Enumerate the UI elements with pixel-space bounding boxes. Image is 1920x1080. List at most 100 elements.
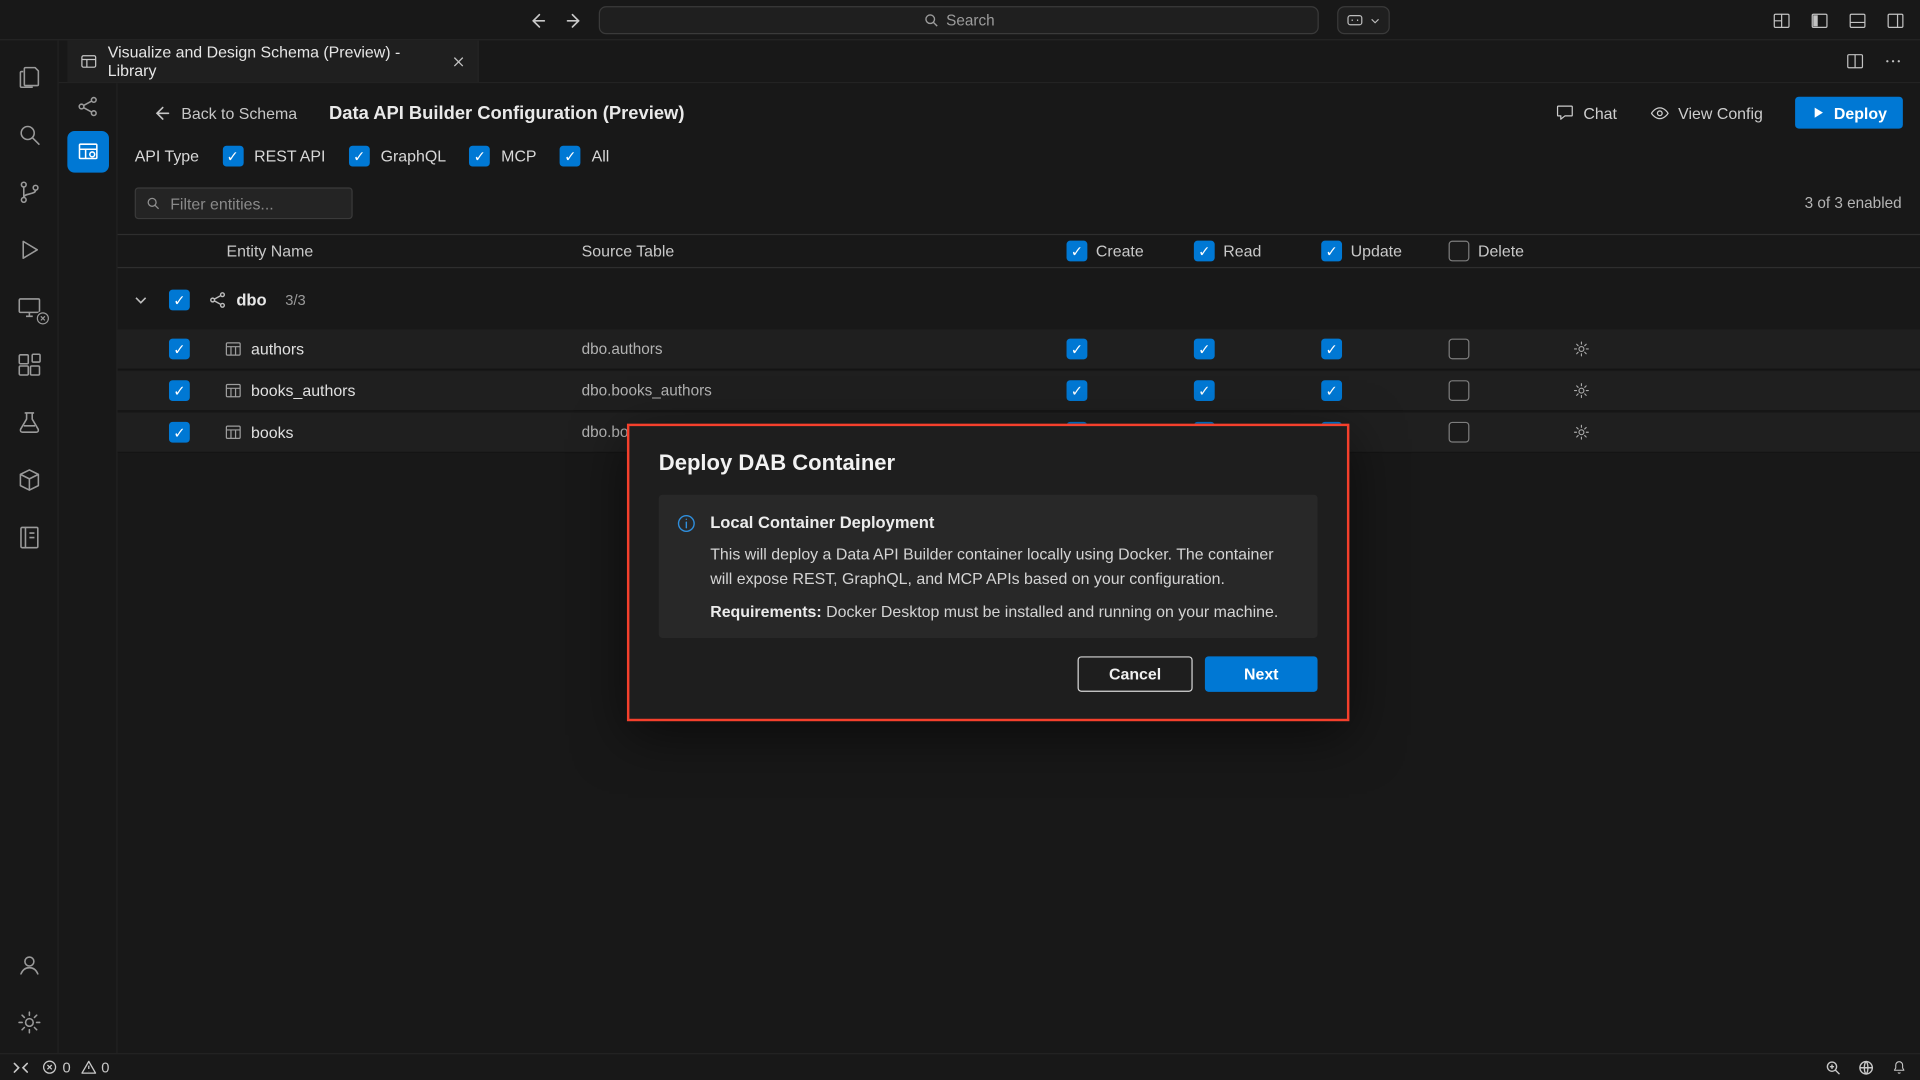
group-checkbox[interactable]: [169, 290, 190, 311]
dab-config-icon[interactable]: [67, 131, 109, 173]
api-type-row: API Type REST API GraphQL MCP All: [135, 146, 610, 167]
source-table: dbo.authors: [582, 340, 663, 357]
toggle-secondary-sidebar-icon[interactable]: [1886, 10, 1906, 30]
bell-icon[interactable]: [1891, 1059, 1908, 1076]
back-to-schema-link[interactable]: Back to Schema: [152, 103, 297, 121]
col-delete-checkbox[interactable]: [1449, 241, 1470, 262]
enabled-summary: 3 of 3 enabled: [1805, 195, 1902, 212]
split-editor-icon[interactable]: [1845, 51, 1865, 71]
rest-api-label: REST API: [254, 147, 325, 165]
col-create-checkbox[interactable]: [1067, 241, 1088, 262]
problems-indicator[interactable]: 0 0: [42, 1059, 110, 1076]
filter-entities-input[interactable]: [168, 193, 342, 214]
modal-actions: Cancel Next: [659, 657, 1318, 693]
info-icon: [676, 513, 697, 621]
delete-checkbox[interactable]: [1449, 380, 1470, 401]
row-settings-gear-icon[interactable]: [1572, 423, 1590, 441]
search-placeholder: Search: [946, 12, 995, 29]
col-create-label: Create: [1096, 242, 1144, 260]
sidebar-item-source-control[interactable]: [0, 163, 58, 221]
col-delete-label: Delete: [1478, 242, 1524, 260]
mcp-label: MCP: [501, 147, 536, 165]
delete-checkbox[interactable]: [1449, 422, 1470, 443]
all-checkbox[interactable]: [560, 146, 581, 167]
create-checkbox[interactable]: [1067, 380, 1088, 401]
read-checkbox[interactable]: [1194, 339, 1215, 360]
tab-bar: Visualize and Design Schema (Preview) - …: [59, 40, 1920, 83]
left-arrow-icon: [152, 103, 170, 121]
vscode-window: Search: [0, 0, 1920, 1080]
col-entity-name: Entity Name: [227, 242, 314, 260]
chevron-down-icon: [1369, 14, 1381, 26]
delete-checkbox[interactable]: [1449, 339, 1470, 360]
tab-title: Visualize and Design Schema (Preview) - …: [108, 43, 442, 80]
close-icon[interactable]: [452, 54, 465, 67]
schema-designer-icon[interactable]: [67, 86, 109, 128]
mcp-checkbox[interactable]: [469, 146, 490, 167]
settings-gear-icon[interactable]: [0, 993, 58, 1051]
api-option-graphql: GraphQL: [349, 146, 446, 167]
row-checkbox[interactable]: [169, 339, 190, 360]
more-actions-icon[interactable]: [1883, 51, 1903, 71]
sidebar-item-packages[interactable]: [0, 451, 58, 509]
modal-title: Deploy DAB Container: [659, 451, 1318, 477]
remote-indicator-icon[interactable]: [12, 1059, 29, 1076]
col-update-checkbox[interactable]: [1321, 241, 1342, 262]
toggle-primary-sidebar-icon[interactable]: [1810, 10, 1830, 30]
toggle-panel-icon[interactable]: [1848, 10, 1868, 30]
api-type-label: API Type: [135, 147, 199, 165]
next-button[interactable]: Next: [1205, 657, 1318, 693]
forward-arrow-icon[interactable]: [566, 10, 586, 30]
back-arrow-icon[interactable]: [527, 10, 547, 30]
rest-api-checkbox[interactable]: [222, 146, 243, 167]
copilot-icon: [1346, 11, 1364, 29]
row-checkbox[interactable]: [169, 422, 190, 443]
tab-visualize-schema[interactable]: Visualize and Design Schema (Preview) - …: [67, 40, 478, 82]
zoom-icon[interactable]: [1824, 1059, 1841, 1076]
update-checkbox[interactable]: [1321, 339, 1342, 360]
deploy-button[interactable]: Deploy: [1795, 97, 1903, 129]
sidebar-item-search[interactable]: [0, 105, 58, 163]
accounts-icon[interactable]: [0, 936, 58, 994]
group-count: 3/3: [285, 291, 305, 308]
customize-layout-icon[interactable]: [1772, 10, 1792, 30]
titlebar: Search: [0, 0, 1920, 40]
sidebar-item-notebook[interactable]: [0, 508, 58, 566]
activity-bar-bottom: [0, 936, 58, 1054]
info-body: This will deploy a Data API Builder cont…: [710, 542, 1295, 591]
sidebar-item-run-debug[interactable]: [0, 220, 58, 278]
chat-button[interactable]: Chat: [1555, 103, 1617, 123]
sidebar-item-explorer[interactable]: [0, 48, 58, 106]
sidebar-item-extensions[interactable]: [0, 336, 58, 394]
schema-icon: [208, 290, 228, 310]
create-checkbox[interactable]: [1067, 339, 1088, 360]
info-content: Local Container Deployment This will dep…: [710, 511, 1295, 622]
col-read-checkbox[interactable]: [1194, 241, 1215, 262]
row-settings-gear-icon[interactable]: [1572, 381, 1590, 399]
row-checkbox[interactable]: [169, 380, 190, 401]
copilot-menu[interactable]: [1337, 6, 1390, 34]
row-settings-gear-icon[interactable]: [1572, 340, 1590, 358]
command-center-search[interactable]: Search: [599, 6, 1319, 34]
warning-count: 0: [101, 1059, 109, 1076]
search-icon: [146, 196, 161, 211]
update-checkbox[interactable]: [1321, 380, 1342, 401]
source-table: dbo.books_authors: [582, 382, 712, 399]
api-option-mcp: MCP: [469, 146, 536, 167]
browser-icon[interactable]: [1858, 1059, 1875, 1076]
filter-entities-box: [135, 187, 353, 219]
activity-bar: [0, 40, 59, 1053]
history-nav: [527, 0, 586, 40]
graphql-checkbox[interactable]: [349, 146, 370, 167]
deploy-label: Deploy: [1834, 103, 1887, 121]
sidebar-item-remote-explorer[interactable]: [0, 278, 58, 336]
info-box: Local Container Deployment This will dep…: [659, 495, 1318, 639]
content-header: Back to Schema Data API Builder Configur…: [152, 96, 1903, 130]
cancel-button[interactable]: Cancel: [1078, 657, 1193, 693]
sidebar-item-testing[interactable]: [0, 393, 58, 451]
collapse-chevron-icon[interactable]: [132, 291, 149, 308]
view-config-label: View Config: [1678, 103, 1763, 121]
chat-label: Chat: [1583, 103, 1617, 121]
view-config-button[interactable]: View Config: [1649, 102, 1763, 123]
read-checkbox[interactable]: [1194, 380, 1215, 401]
